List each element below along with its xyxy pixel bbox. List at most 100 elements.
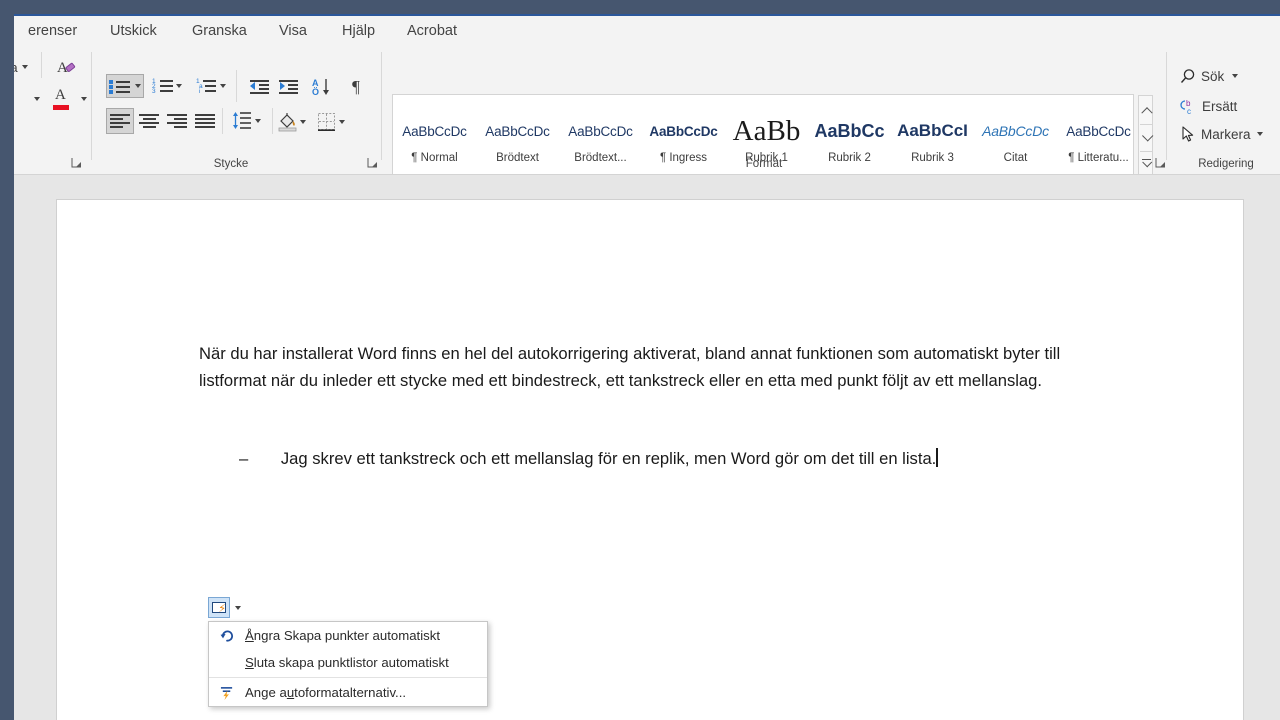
font-size-dropdown[interactable]: a (14, 54, 34, 80)
style-preview: AaBbCcDc (485, 123, 550, 139)
search-button[interactable]: Sök (1178, 64, 1266, 88)
bullets-button[interactable] (106, 74, 144, 98)
menu-item-label: Ångra Skapa punkter automatiskt (245, 628, 440, 643)
style-preview: AaBbCcDc (402, 123, 467, 139)
replace-button[interactable]: b c Ersätt (1178, 94, 1260, 118)
style-name: ¶ Normal (411, 152, 458, 164)
tab-referenser[interactable]: erenser (20, 16, 85, 46)
menu-item-autoformat-options[interactable]: Ange autoformatalternativ... (209, 679, 487, 706)
autocorrect-lightning-icon: ⚡ (212, 602, 226, 615)
ribbon: a A A (14, 46, 1280, 178)
align-left-button[interactable] (106, 108, 134, 134)
clear-formatting-glyph: A (57, 60, 76, 76)
show-formatting-marks-button[interactable]: ¶ (344, 74, 368, 100)
decrease-indent-icon (249, 79, 269, 94)
align-left-icon (110, 114, 130, 128)
tab-acrobat[interactable]: Acrobat (399, 16, 465, 46)
replace-icon: b c (1180, 99, 1191, 115)
increase-indent-button[interactable] (275, 74, 301, 98)
styles-gallery-scrollbar[interactable] (1138, 95, 1153, 177)
style-preview: AaBbCcDc (568, 123, 633, 139)
list-bullet: – (239, 449, 249, 468)
menu-item-undo-autobullets[interactable]: Ångra Skapa punkter automatiskt (209, 622, 487, 649)
sort-icon: A Ö (312, 78, 329, 97)
group-label-stycke: Stycke (213, 158, 249, 170)
style-item-brodtext[interactable]: AaBbCcDc Brödtext (476, 95, 559, 177)
style-preview: AaBbCc (814, 120, 885, 141)
chevron-up-icon (1140, 107, 1153, 119)
style-item-normal[interactable]: AaBbCcDc ¶ Normal (393, 95, 476, 177)
clear-formatting-icon[interactable]: A (52, 54, 80, 80)
numbering-icon: 123 (152, 78, 174, 95)
style-name: Rubrik 3 (911, 152, 954, 164)
menu-divider (209, 677, 487, 678)
autocorrect-menu[interactable]: Ångra Skapa punkter automatiskt Sluta sk… (208, 621, 488, 707)
chevron-down-icon (234, 605, 241, 610)
tab-visa[interactable]: Visa (271, 16, 315, 46)
tab-utskick[interactable]: Utskick (102, 16, 165, 46)
search-label: Sök (1201, 68, 1225, 84)
multilevel-list-icon: 1ai (196, 78, 218, 95)
document-list-item[interactable]: – Jag skrev ett tankstreck och ett mella… (239, 445, 938, 472)
chevron-down-icon[interactable] (1256, 132, 1263, 136)
multilevel-list-button[interactable]: 1ai (192, 74, 230, 98)
tab-hjalp[interactable]: Hjälp (334, 16, 383, 46)
tab-granska[interactable]: Granska (184, 16, 255, 46)
justify-button[interactable] (191, 108, 219, 134)
align-right-button[interactable] (163, 108, 191, 134)
style-name: Citat (1003, 152, 1028, 164)
style-name: ¶ Litteratu... (1068, 152, 1129, 164)
numbering-button[interactable]: 123 (148, 74, 186, 98)
decrease-indent-button[interactable] (246, 74, 272, 98)
style-preview: AaBb (732, 114, 801, 147)
select-label: Markera (1201, 126, 1251, 142)
paragraph-group-dialog-launcher[interactable] (366, 156, 379, 169)
autocorrect-options-dropdown-arrow[interactable] (231, 601, 244, 614)
font-color-icon[interactable]: A (48, 86, 74, 114)
menu-item-label: Ange autoformatalternativ... (245, 685, 407, 700)
style-preview: AaBbCcDc (982, 123, 1049, 139)
style-item-citat[interactable]: AaBbCcDc Citat (974, 95, 1057, 177)
document-canvas[interactable]: När du har installerat Word finns en hel… (14, 175, 1280, 720)
align-right-icon (167, 114, 187, 128)
styles-scroll-up-button[interactable] (1140, 97, 1153, 123)
menu-item-stop-autobullets[interactable]: Sluta skapa punktlistor automatiskt (209, 649, 487, 676)
autoformat-icon (209, 686, 245, 700)
word-window: erenser Utskick Granska Visa Hjälp Acrob… (14, 14, 1280, 720)
borders-button[interactable] (317, 108, 345, 136)
shading-button[interactable] (278, 108, 306, 136)
lightning-bolt-icon: ⚡ (218, 603, 226, 615)
style-preview: AaBbCcDc (1066, 123, 1131, 139)
sort-button[interactable]: A Ö (307, 74, 335, 100)
style-preview: AaBbCcDc (649, 123, 718, 139)
replace-label: Ersätt (1202, 98, 1238, 114)
justify-icon (195, 114, 215, 128)
chevron-down-icon[interactable] (1232, 74, 1239, 78)
paint-bucket-icon (278, 113, 297, 132)
style-name: Brödtext (496, 152, 539, 164)
align-center-icon (139, 114, 159, 128)
font-highlight-dropdown[interactable] (28, 86, 46, 112)
group-label-redigering: Redigering (1198, 158, 1254, 170)
styles-scroll-down-button[interactable] (1140, 124, 1153, 152)
style-item-litteraturlista[interactable]: AaBbCcDc ¶ Litteratu... (1057, 95, 1140, 177)
borders-icon (318, 113, 335, 132)
font-group-dialog-launcher[interactable] (70, 156, 83, 169)
pilcrow-icon: ¶ (352, 77, 360, 96)
ribbon-tab-bar: erenser Utskick Granska Visa Hjälp Acrob… (14, 16, 1280, 46)
align-center-button[interactable] (135, 108, 163, 134)
chevron-down-icon (1141, 130, 1153, 142)
line-spacing-icon (233, 112, 251, 129)
style-preview: AaBbCcI (897, 121, 968, 140)
text-cursor (936, 448, 938, 467)
svg-text:Ö: Ö (312, 87, 319, 97)
select-button[interactable]: Markera (1178, 122, 1276, 146)
autocorrect-options-button[interactable]: ⚡ (208, 597, 230, 618)
font-color-dropdown[interactable] (76, 86, 92, 112)
line-spacing-button[interactable] (228, 108, 266, 134)
menu-item-label: Sluta skapa punktlistor automatiskt (245, 655, 449, 670)
bullets-icon (109, 79, 131, 94)
document-paragraph-1[interactable]: När du har installerat Word finns en hel… (199, 340, 1097, 395)
search-icon (1180, 68, 1195, 83)
list-item-text: Jag skrev ett tankstreck och ett mellans… (280, 449, 937, 468)
